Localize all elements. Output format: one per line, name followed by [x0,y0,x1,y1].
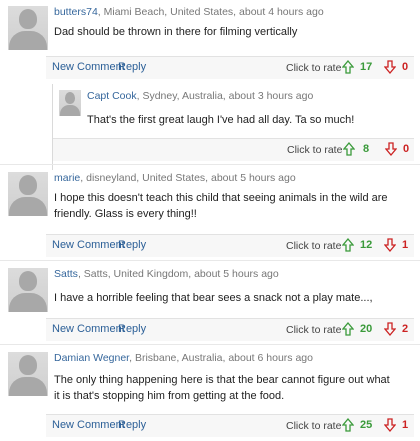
rate-label: Click to rate [286,420,342,432]
upvote-count: 12 [360,239,373,251]
comment-username[interactable]: marie [54,172,80,184]
comment-username[interactable]: Satts [54,268,78,280]
downvote-count: 1 [402,419,409,431]
comment-username[interactable]: Capt Cook [87,90,137,102]
downvote-count: 1 [402,239,409,251]
arrow-down-icon[interactable] [384,418,396,432]
upvote-count: 25 [360,419,373,431]
comment-actions: New Comment Reply Click to rate 12 1 [46,234,414,257]
comment-meta: Damian Wegner, Brisbane, Australia, abou… [54,352,313,364]
reply-link[interactable]: Reply [118,239,146,251]
upvote-count: 17 [360,61,373,73]
reply-link[interactable]: Reply [118,419,146,431]
upvote-count: 8 [363,143,370,155]
comment-actions: Click to rate 8 0 [53,138,414,161]
new-comment-link[interactable]: New Comment [52,61,125,73]
upvote-count: 20 [360,323,373,335]
reply-link[interactable]: Reply [118,323,146,335]
arrow-down-icon[interactable] [385,142,397,156]
downvote-count: 0 [403,143,410,155]
comment-actions: New Comment Reply Click to rate 25 1 [46,414,414,437]
comment-item: Damian Wegner, Brisbane, Australia, abou… [0,346,420,441]
arrow-down-icon[interactable] [384,322,396,336]
avatar[interactable] [59,90,81,116]
arrow-up-icon[interactable] [342,60,354,74]
new-comment-link[interactable]: New Comment [52,323,125,335]
rate-label: Click to rate [287,144,343,156]
comment-meta: butters74, Miami Beach, United States, a… [54,6,324,18]
comment-text: That's the first great laugh I've had al… [87,114,355,126]
comment-item: marie, disneyland, United States, about … [0,166,420,258]
arrow-up-icon[interactable] [342,322,354,336]
downvote-count: 2 [402,323,409,335]
reply-link[interactable]: Reply [118,61,146,73]
rate-label: Click to rate [286,324,342,336]
avatar[interactable] [8,6,48,50]
arrow-down-icon[interactable] [384,60,396,74]
downvote-count: 0 [402,61,409,73]
arrow-down-icon[interactable] [384,238,396,252]
new-comment-link[interactable]: New Comment [52,419,125,431]
reply-item: Capt Cook, Sydney, Australia, about 3 ho… [52,84,414,170]
avatar[interactable] [8,172,48,216]
avatar[interactable] [8,352,48,396]
rate-label: Click to rate [286,240,342,252]
comment-text: I have a horrible feeling that bear sees… [54,292,373,304]
comment-text: Dad should be thrown in there for filmin… [54,26,298,38]
avatar[interactable] [8,268,48,312]
new-comment-link[interactable]: New Comment [52,239,125,251]
comment-text: The only thing happening here is that th… [54,374,390,402]
rate-label: Click to rate [286,62,342,74]
arrow-up-icon[interactable] [343,142,355,156]
comment-item: butters74, Miami Beach, United States, a… [0,0,420,84]
comment-text: I hope this doesn't teach this child tha… [54,192,388,220]
comment-meta: marie, disneyland, United States, about … [54,172,296,184]
comment-username[interactable]: Damian Wegner [54,352,129,364]
arrow-up-icon[interactable] [342,238,354,252]
comment-actions: New Comment Reply Click to rate 17 0 [46,56,414,79]
comment-item: Satts, Satts, United Kingdom, about 5 ho… [0,262,420,342]
comment-meta: Capt Cook, Sydney, Australia, about 3 ho… [87,90,314,102]
comment-actions: New Comment Reply Click to rate 20 2 [46,318,414,341]
divider [0,344,420,345]
comment-meta: Satts, Satts, United Kingdom, about 5 ho… [54,268,279,280]
divider [0,260,420,261]
arrow-up-icon[interactable] [342,418,354,432]
divider [0,164,420,165]
comment-username[interactable]: butters74 [54,6,98,18]
